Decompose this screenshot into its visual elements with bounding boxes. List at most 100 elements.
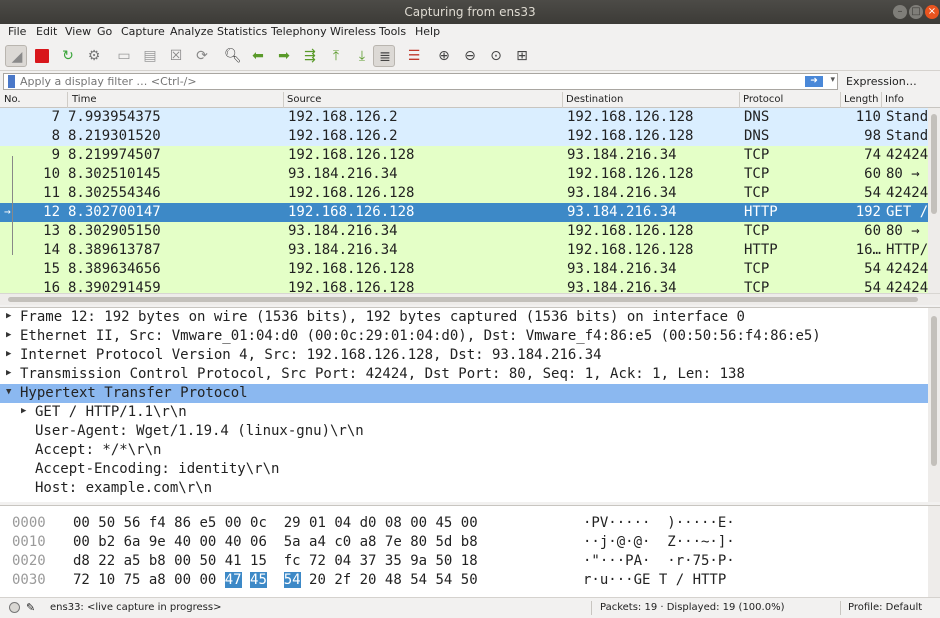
hex-byte[interactable]: 54 — [283, 572, 301, 588]
capture-options-icon[interactable]: ⚙ — [83, 45, 105, 67]
expand-triangle-icon[interactable]: ▶ — [6, 311, 11, 321]
hex-byte[interactable]: 6a — [124, 534, 141, 550]
hex-byte[interactable]: 48 — [385, 572, 402, 588]
hex-row[interactable]: 0000 00 50 56 f4 86 e5 00 0c 29 01 04 d0 08 00 45 00 ·PV·… — [0, 514, 928, 533]
hex-byte[interactable]: 2f — [334, 572, 351, 588]
hex-byte[interactable]: 20 — [360, 572, 377, 588]
packet-bytes-scrollbar[interactable] — [928, 506, 940, 597]
packet-row[interactable]: 13 8.302905150 93.184.216.34 192.168.126.12… — [0, 222, 928, 241]
hex-byte[interactable]: a8 — [360, 534, 377, 550]
hex-byte[interactable]: a4 — [309, 534, 326, 550]
hex-byte[interactable]: 50 — [435, 553, 452, 569]
packet-row[interactable]: 10 8.302510145 93.184.216.34 192.168.126.12… — [0, 165, 928, 184]
column-time[interactable]: Time — [72, 94, 96, 105]
hex-byte[interactable]: 06 — [250, 534, 267, 550]
packet-row[interactable]: 8 8.219301520 192.168.126.2 192.168.126.128… — [0, 127, 928, 146]
hex-byte[interactable]: 20 — [309, 572, 326, 588]
hex-ascii[interactable]: ·PV····· )·····E· — [583, 515, 735, 531]
packet-list-hscrollbar[interactable] — [0, 293, 940, 305]
menu-tools[interactable]: Tools — [379, 25, 406, 38]
bookmark-icon[interactable] — [8, 75, 15, 88]
hex-byte[interactable]: fc — [284, 553, 301, 569]
hex-ascii[interactable]: ··j·@·@· Z···~·]· — [583, 534, 735, 550]
expand-triangle-icon[interactable]: ▶ — [21, 406, 26, 416]
display-filter-input[interactable] — [20, 74, 800, 89]
first-packet-icon[interactable]: ⤒ — [325, 45, 347, 67]
column-protocol[interactable]: Protocol — [743, 94, 783, 105]
restart-capture-icon[interactable]: ↻ — [57, 45, 79, 67]
hex-byte[interactable]: 40 — [225, 534, 242, 550]
hex-ascii[interactable]: ·"···PA· ·r·75·P· — [583, 553, 735, 569]
column-source[interactable]: Source — [287, 94, 321, 105]
hex-byte[interactable]: 72 — [73, 572, 90, 588]
detail-row[interactable]: ▶ Internet Protocol Version 4, Src: 192.1… — [0, 346, 928, 365]
menu-wireless[interactable]: Wireless — [330, 25, 376, 38]
close-icon[interactable]: × — [925, 5, 939, 19]
column-no[interactable]: No. — [4, 94, 21, 105]
find-packet-icon[interactable]: 🔍︎ — [221, 45, 243, 67]
hex-byte[interactable]: 04 — [334, 553, 351, 569]
hex-byte[interactable]: 35 — [385, 553, 402, 569]
hex-byte[interactable]: 10 — [98, 572, 115, 588]
hex-byte[interactable]: 72 — [309, 553, 326, 569]
detail-row[interactable]: Accept-Encoding: identity\r\n — [0, 460, 928, 479]
minimize-icon[interactable]: – — [893, 5, 907, 19]
status-profile[interactable]: Profile: Default — [848, 602, 922, 613]
hex-byte[interactable]: b8 — [149, 553, 166, 569]
expression-button[interactable]: Expression… — [846, 75, 917, 88]
detail-row[interactable]: ▶ Frame 12: 192 bytes on wire (1536 bits)… — [0, 308, 928, 327]
hex-byte[interactable]: 08 — [385, 515, 402, 531]
menu-telephony[interactable]: Telephony — [271, 25, 327, 38]
hex-byte[interactable]: c0 — [334, 534, 351, 550]
hex-byte[interactable]: 04 — [334, 515, 351, 531]
shark-fin-start-icon[interactable]: ◢ — [5, 45, 27, 67]
expert-info-icon[interactable] — [9, 602, 20, 613]
hex-byte[interactable]: a5 — [124, 553, 141, 569]
detail-row[interactable]: Host: example.com\r\n — [0, 479, 928, 498]
expand-triangle-icon[interactable]: ▶ — [6, 330, 11, 340]
hex-byte[interactable]: 75 — [124, 572, 141, 588]
menu-capture[interactable]: Capture — [121, 25, 165, 38]
hex-byte[interactable]: 18 — [461, 553, 478, 569]
last-packet-icon[interactable]: ⤓ — [351, 45, 373, 67]
column-length[interactable]: Length — [844, 94, 879, 105]
detail-row[interactable]: User-Agent: Wget/1.19.4 (linux-gnu)\r\n — [0, 422, 928, 441]
hex-byte[interactable]: 9a — [410, 553, 427, 569]
hex-byte[interactable]: 00 — [199, 534, 216, 550]
hex-byte[interactable]: 54 — [410, 572, 427, 588]
hex-row[interactable]: 0030 72 10 75 a8 00 00 47 45 54 20 2f 20 48 54 54 50 r·u·… — [0, 571, 928, 590]
packet-row[interactable]: 15 8.389634656 192.168.126.128 93.184.216.3… — [0, 260, 928, 279]
resize-columns-icon[interactable]: ⊞ — [511, 45, 533, 67]
hex-byte[interactable]: 7e — [385, 534, 402, 550]
hex-byte[interactable]: 41 — [225, 553, 242, 569]
autoscroll-icon[interactable]: ≣ — [373, 45, 395, 67]
hex-byte[interactable]: 00 — [73, 515, 90, 531]
hex-byte[interactable]: 00 — [73, 534, 90, 550]
hex-byte[interactable]: 56 — [124, 515, 141, 531]
packet-row[interactable]: 9 8.219974507 192.168.126.128 93.184.216.34… — [0, 146, 928, 165]
save-file-icon[interactable]: ▤ — [139, 45, 161, 67]
packet-row[interactable]: 12 8.302700147 192.168.126.128 93.184.216.3… — [0, 203, 928, 222]
reload-file-icon[interactable]: ⟳ — [191, 45, 213, 67]
expand-triangle-icon[interactable]: ▶ — [6, 349, 11, 359]
hex-byte[interactable]: e5 — [199, 515, 216, 531]
filter-history-dropdown-icon[interactable]: ▾ — [830, 75, 835, 85]
hex-byte[interactable]: d8 — [73, 553, 90, 569]
hex-byte[interactable]: 0c — [250, 515, 267, 531]
detail-row[interactable]: ▶ Transmission Control Protocol, Src Port… — [0, 365, 928, 384]
menu-help[interactable]: Help — [415, 25, 440, 38]
zoom-out-icon[interactable]: ⊖ — [459, 45, 481, 67]
menu-go[interactable]: Go — [97, 25, 112, 38]
hex-byte[interactable]: d0 — [360, 515, 377, 531]
capture-comment-icon[interactable]: ✎ — [26, 601, 35, 614]
packet-row[interactable]: 14 8.389613787 93.184.216.34 192.168.126.12… — [0, 241, 928, 260]
hex-byte[interactable]: 29 — [284, 515, 301, 531]
hex-byte[interactable]: 37 — [360, 553, 377, 569]
hex-byte[interactable]: 5d — [435, 534, 452, 550]
hex-byte[interactable]: a8 — [149, 572, 166, 588]
go-to-packet-icon[interactable]: ⇶ — [299, 45, 321, 67]
hex-ascii[interactable]: r·u···GE T / HTTP — [583, 572, 726, 588]
hex-byte[interactable]: 40 — [174, 534, 191, 550]
hex-byte[interactable]: f4 — [149, 515, 166, 531]
hex-byte[interactable]: 00 — [410, 515, 427, 531]
